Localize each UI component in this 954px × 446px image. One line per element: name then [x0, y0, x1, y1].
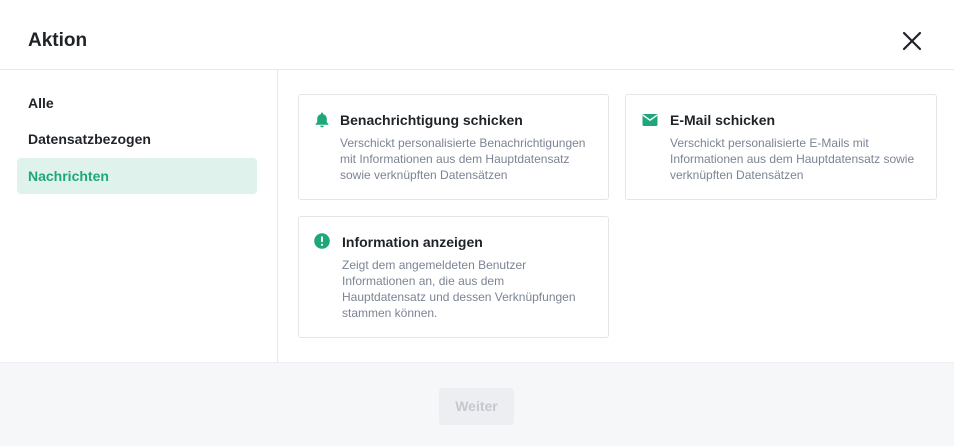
card-information[interactable]: Information anzeigen Zeigt dem angemelde…	[298, 216, 609, 338]
card-description-line: Verschickt personalisierte Benachrichtig…	[340, 136, 586, 150]
sidebar-item-label: Datensatzbezogen	[28, 131, 151, 147]
card-description-line: Zeigt dem angemeldeten Benutzer	[342, 258, 527, 272]
card-title: Information anzeigen	[342, 234, 483, 250]
dialog-title: Aktion	[28, 30, 88, 51]
card-description-line: Informationen aus dem Hauptdatensatz sow…	[670, 152, 915, 166]
sidebar-item-datensatzbezogen[interactable]: Datensatzbezogen	[17, 121, 257, 157]
card-description-line: Verschickt personalisierte E-Mails mit	[670, 136, 869, 150]
action-cards: Benachrichtigung schicken Verschickt per…	[278, 70, 954, 362]
close-icon	[902, 31, 922, 51]
card-description-line: mit Informationen aus dem Hauptdatensatz	[340, 152, 570, 166]
dialog-header: Aktion	[0, 0, 954, 70]
sidebar-item-label: Alle	[28, 95, 54, 111]
next-button[interactable]: Weiter	[439, 388, 514, 425]
bell-icon	[315, 112, 329, 128]
card-description: Verschickt personalisierte E-Mails mit I…	[670, 135, 932, 183]
sidebar-item-label: Nachrichten	[28, 168, 109, 184]
card-description-line: Informationen an, die aus dem	[342, 274, 505, 288]
card-description: Verschickt personalisierte Benachrichtig…	[340, 135, 602, 183]
card-benachrichtigung[interactable]: Benachrichtigung schicken Verschickt per…	[298, 94, 609, 200]
card-description-line: Hauptdatensatz und dessen Verknüpfungen	[342, 290, 576, 304]
card-email[interactable]: E-Mail schicken Verschickt personalisier…	[625, 94, 937, 200]
sidebar-item-alle[interactable]: Alle	[17, 85, 257, 121]
card-title: Benachrichtigung schicken	[340, 112, 523, 128]
card-description-line: stammen können.	[342, 306, 438, 320]
sidebar-item-nachrichten[interactable]: Nachrichten	[17, 158, 257, 194]
dialog-footer: Weiter	[0, 362, 954, 446]
close-button[interactable]	[898, 27, 926, 55]
card-description-line: sowie verknüpften Datensätzen	[340, 168, 508, 182]
action-dialog: Aktion Alle Datensatzbezogen Nachrichten…	[0, 0, 954, 446]
exclamation-circle-icon	[314, 233, 330, 249]
card-title: E-Mail schicken	[670, 112, 776, 128]
envelope-icon	[642, 114, 658, 126]
card-description-line: verknüpften Datensätzen	[670, 168, 804, 182]
card-description: Zeigt dem angemeldeten Benutzer Informat…	[342, 257, 604, 321]
category-sidebar: Alle Datensatzbezogen Nachrichten	[0, 70, 278, 362]
